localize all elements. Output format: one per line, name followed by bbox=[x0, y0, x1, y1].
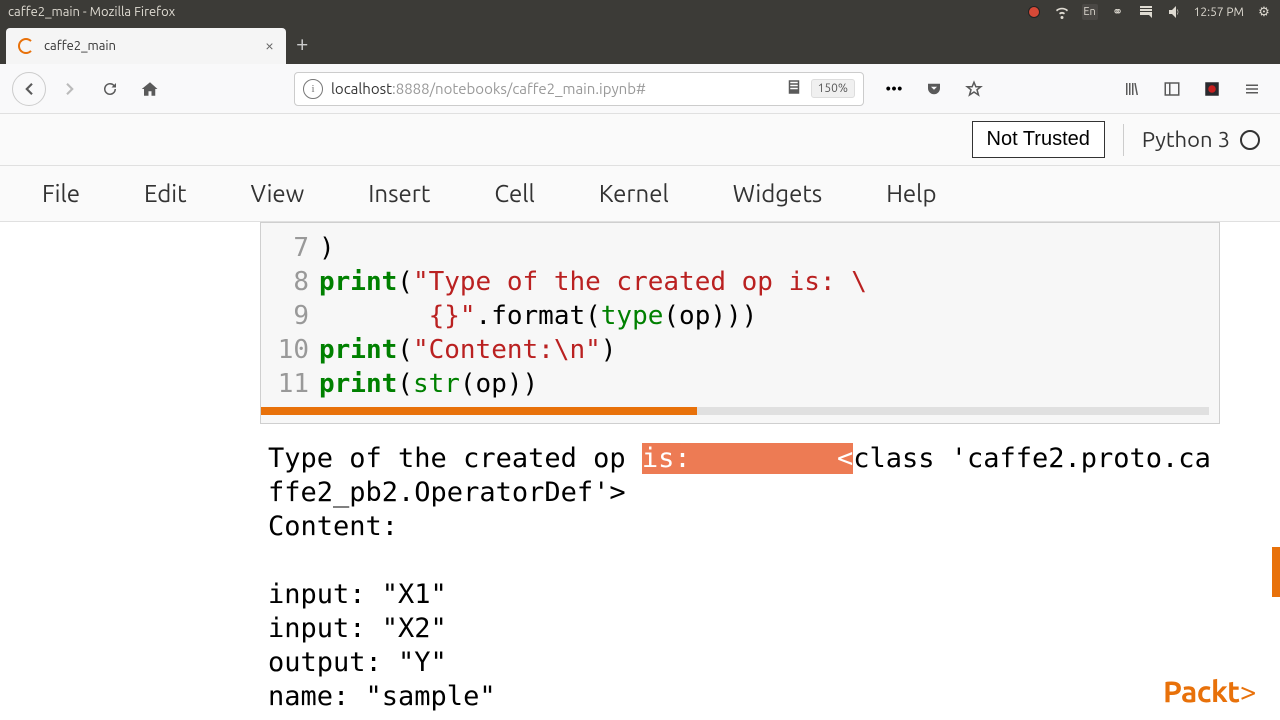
close-icon[interactable]: × bbox=[265, 37, 274, 55]
jupyter-favicon bbox=[18, 38, 34, 54]
line-number: 11 bbox=[261, 367, 319, 401]
menu-help[interactable]: Help bbox=[872, 174, 950, 213]
menu-cell[interactable]: Cell bbox=[480, 174, 549, 213]
back-button[interactable] bbox=[12, 72, 46, 106]
menu-insert[interactable]: Insert bbox=[354, 174, 444, 213]
menubar: File Edit View Insert Cell Kernel Widget… bbox=[0, 166, 1280, 222]
window-titlebar: caffe2_main - Mozilla Firefox En ⚭ 12:57… bbox=[0, 0, 1280, 24]
menu-edit[interactable]: Edit bbox=[130, 174, 201, 213]
horizontal-scrollbar[interactable] bbox=[261, 407, 1209, 415]
clock[interactable]: 12:57 PM bbox=[1194, 4, 1244, 20]
record-icon[interactable] bbox=[1026, 4, 1042, 20]
nav-toolbar: i localhost:8888/notebooks/caffe2_main.i… bbox=[0, 64, 1280, 114]
volume-icon[interactable] bbox=[1166, 4, 1182, 20]
packt-logo: Packt> bbox=[1163, 674, 1256, 708]
kernel-indicator[interactable] bbox=[1240, 130, 1260, 150]
code-cell[interactable]: 7) 8print("Type of the created op is: \ … bbox=[260, 222, 1220, 424]
sidebar-icon[interactable] bbox=[1156, 73, 1188, 105]
notebook-area: 7) 8print("Type of the created op is: \ … bbox=[0, 222, 1280, 714]
menu-file[interactable]: File bbox=[28, 174, 94, 213]
site-info-icon[interactable]: i bbox=[303, 79, 323, 99]
cell-output: Type of the created op is: <class 'caffe… bbox=[268, 424, 1218, 714]
zoom-badge[interactable]: 150% bbox=[811, 79, 855, 98]
menu-kernel[interactable]: Kernel bbox=[585, 174, 683, 213]
new-tab-button[interactable]: + bbox=[296, 31, 308, 56]
addon-icon[interactable] bbox=[1196, 73, 1228, 105]
line-number: 7 bbox=[261, 231, 319, 265]
reload-button[interactable] bbox=[94, 73, 126, 105]
window-title: caffe2_main - Mozilla Firefox bbox=[8, 5, 1026, 19]
code-editor[interactable]: 7) 8print("Type of the created op is: \ … bbox=[260, 222, 1220, 424]
menu-view[interactable]: View bbox=[237, 174, 319, 213]
trust-button[interactable]: Not Trusted bbox=[972, 121, 1105, 158]
url-bar[interactable]: i localhost:8888/notebooks/caffe2_main.i… bbox=[294, 72, 864, 106]
wifi-icon[interactable] bbox=[1054, 4, 1070, 20]
hamburger-icon[interactable] bbox=[1236, 73, 1268, 105]
line-number: 8 bbox=[261, 265, 319, 299]
home-button[interactable] bbox=[134, 73, 166, 105]
scrollbar-thumb[interactable] bbox=[261, 407, 697, 415]
menu-widgets[interactable]: Widgets bbox=[719, 174, 836, 213]
tab-title: caffe2_main bbox=[44, 39, 255, 53]
system-tray: En ⚭ 12:57 PM ⚙ bbox=[1026, 4, 1272, 20]
forward-button bbox=[54, 73, 86, 105]
pocket-icon[interactable] bbox=[918, 73, 950, 105]
settings-gear-icon[interactable]: ⚙ bbox=[1256, 4, 1272, 20]
separator bbox=[1123, 124, 1124, 156]
url-text: localhost:8888/notebooks/caffe2_main.ipy… bbox=[331, 80, 777, 97]
page-scroll-indicator[interactable] bbox=[1272, 547, 1280, 597]
notebook-header: Not Trusted Python 3 bbox=[0, 114, 1280, 166]
reader-icon[interactable] bbox=[785, 78, 803, 100]
page-actions-icon[interactable]: ••• bbox=[878, 73, 910, 105]
lang-indicator[interactable]: En bbox=[1082, 4, 1098, 20]
tab-strip: caffe2_main × + bbox=[0, 24, 1280, 64]
star-icon[interactable] bbox=[958, 73, 990, 105]
library-icon[interactable] bbox=[1116, 73, 1148, 105]
browser-tab[interactable]: caffe2_main × bbox=[6, 28, 286, 64]
kernel-name[interactable]: Python 3 bbox=[1142, 127, 1230, 152]
bluetooth-icon[interactable]: ⚭ bbox=[1110, 4, 1126, 20]
line-number: 9 bbox=[261, 299, 319, 333]
selected-text: is: < bbox=[642, 443, 853, 474]
line-number: 10 bbox=[261, 333, 319, 367]
messages-icon[interactable] bbox=[1138, 4, 1154, 20]
